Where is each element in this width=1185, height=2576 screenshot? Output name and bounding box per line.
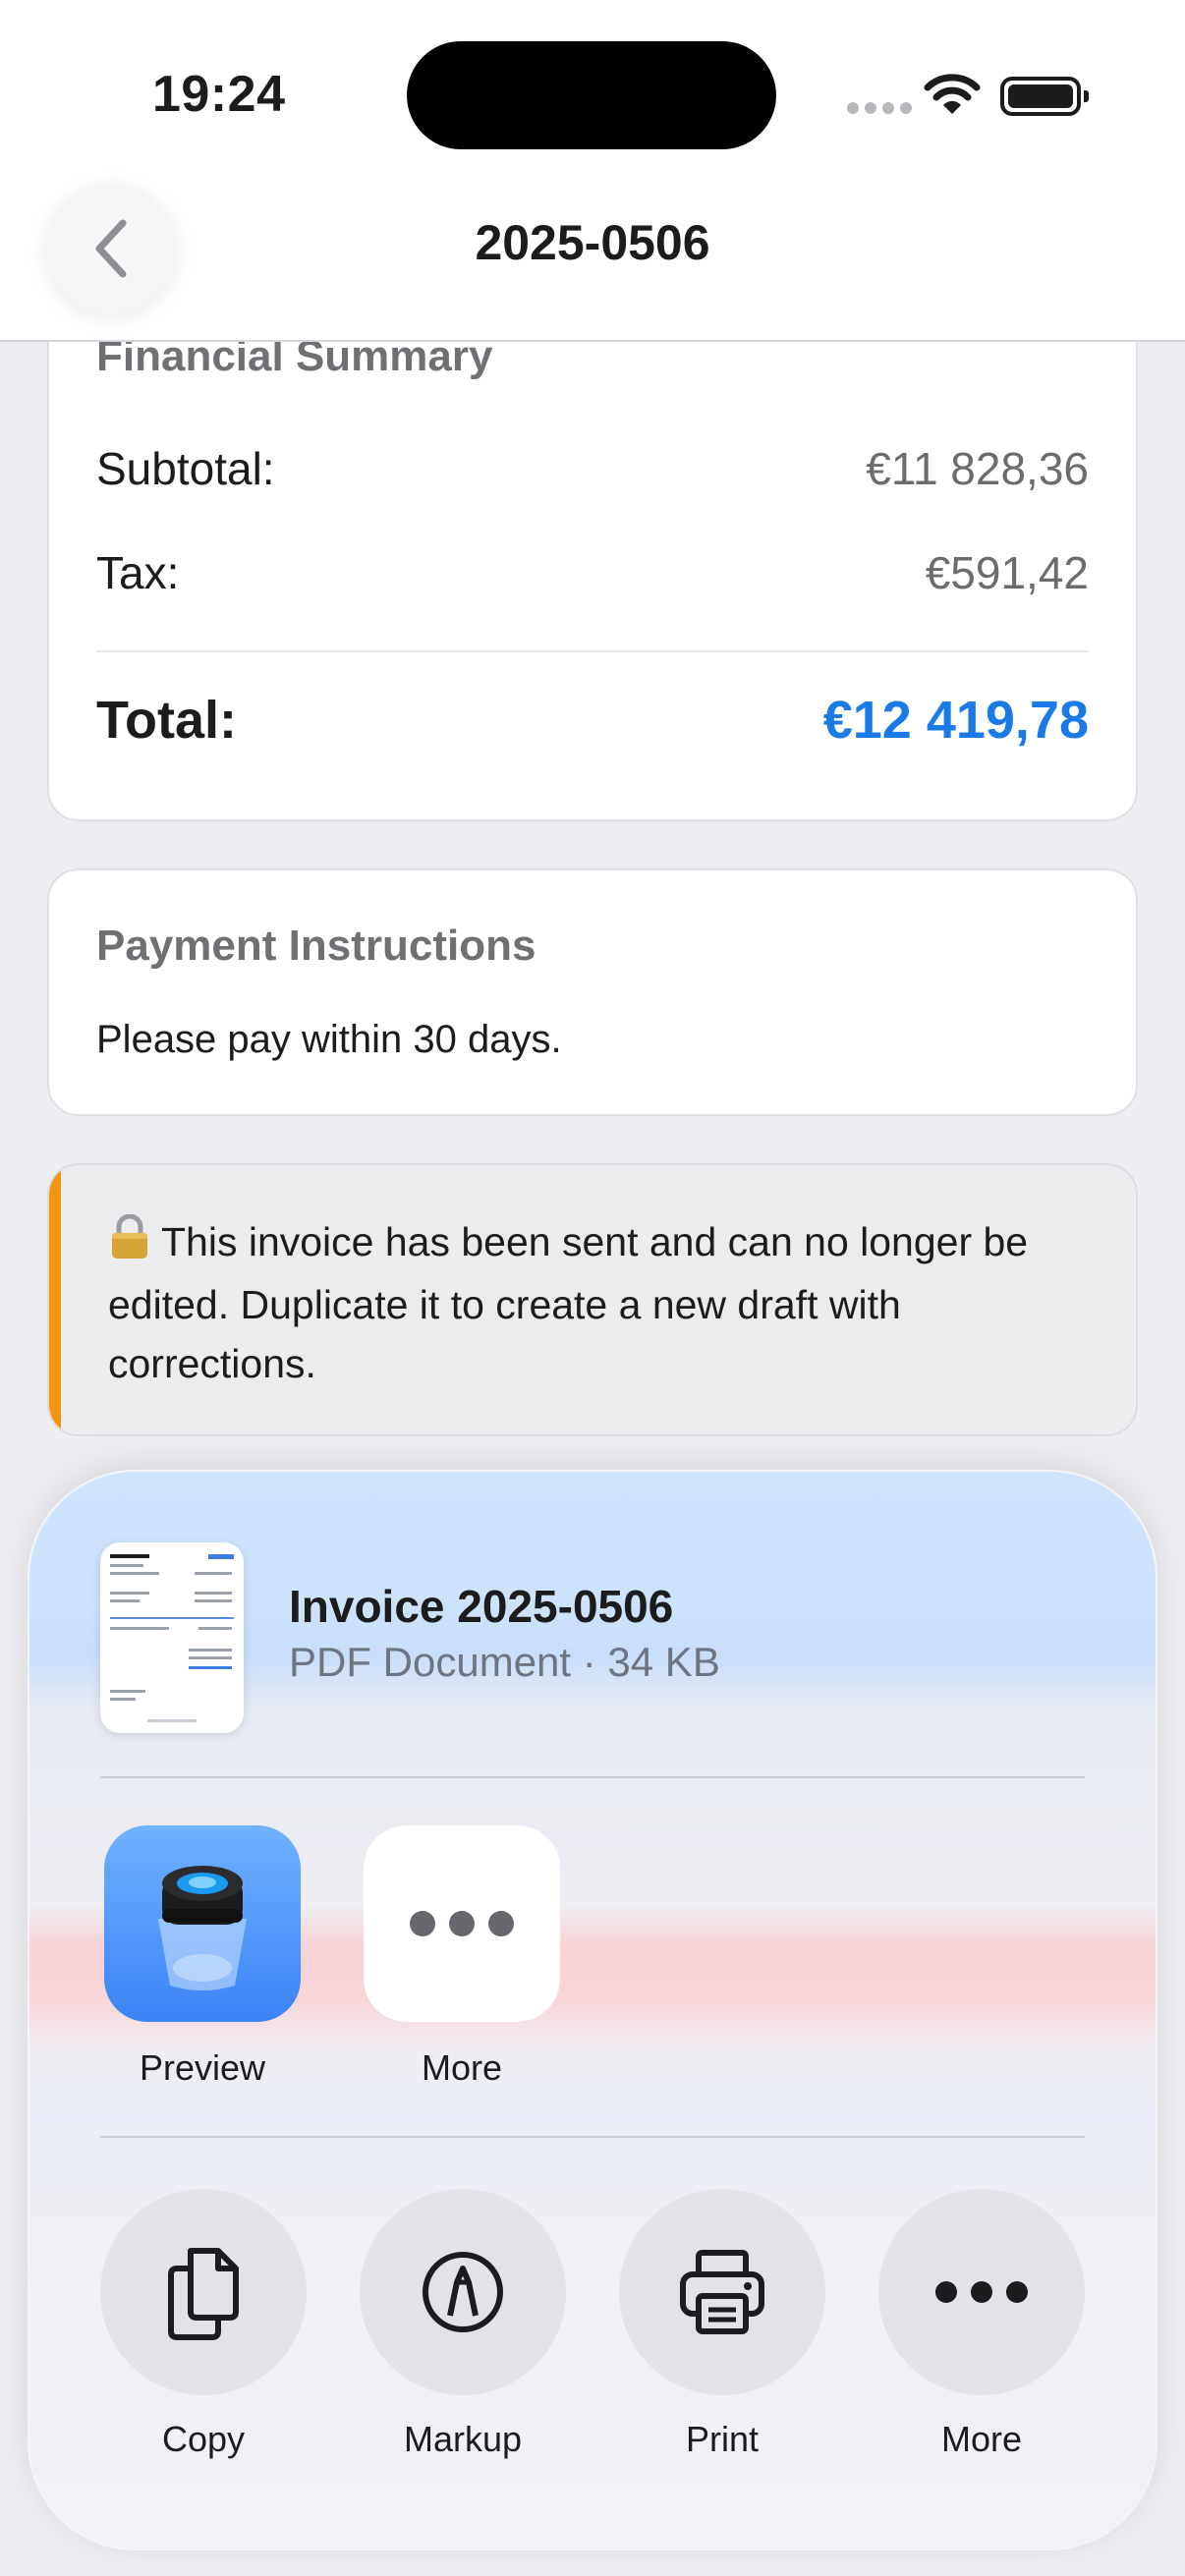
action-more[interactable]: More: [878, 2189, 1085, 2460]
total-label: Total:: [96, 691, 237, 750]
dynamic-island: [407, 41, 776, 149]
total-row: Total: €12 419,78: [96, 690, 1089, 751]
action-print[interactable]: Print: [619, 2189, 825, 2460]
print-button[interactable]: [619, 2189, 825, 2395]
copy-button[interactable]: [100, 2189, 307, 2395]
subtotal-value: €11 828,36: [866, 443, 1089, 494]
page-title: 2025-0506: [475, 215, 710, 270]
action-label-markup: Markup: [403, 2419, 523, 2459]
wifi-icon: [924, 74, 981, 114]
lock-notice-text-wrap: This invoice has been sent and can no lo…: [108, 1212, 1057, 1393]
more-actions-button[interactable]: [878, 2189, 1085, 2395]
navigation-bar: 19:24 2025-0506: [0, 0, 1185, 342]
action-markup[interactable]: Markup: [360, 2189, 566, 2460]
tax-row: Tax: €591,42: [96, 546, 1089, 599]
action-copy[interactable]: Copy: [100, 2189, 307, 2460]
financial-summary-card: Financial Summary Subtotal: €11 828,36 T…: [47, 295, 1138, 821]
screen: Financial Summary Subtotal: €11 828,36 T…: [0, 0, 1185, 2576]
action-label-more: More: [940, 2419, 1023, 2459]
action-label-print: Print: [685, 2419, 760, 2459]
payment-instructions-heading: Payment Instructions: [96, 922, 536, 970]
document-title: Invoice 2025-0506: [289, 1581, 674, 1632]
share-sheet-divider-2: [100, 2136, 1085, 2138]
subtotal-row: Subtotal: €11 828,36: [96, 442, 1089, 495]
lock-icon: [108, 1213, 151, 1275]
status-time: 19:24: [152, 66, 286, 123]
tax-label: Tax:: [96, 547, 180, 598]
total-value: €12 419,78: [822, 691, 1089, 750]
copy-icon: [168, 2248, 239, 2340]
battery-icon: [1000, 77, 1089, 116]
document-thumbnail: [100, 1542, 244, 1733]
payment-instructions-card: Payment Instructions Please pay within 3…: [47, 868, 1138, 1116]
app-label-more: More: [421, 2047, 503, 2088]
payment-instructions-text: Please pay within 30 days.: [96, 1018, 562, 1061]
app-more[interactable]: More: [364, 1825, 560, 2089]
printer-icon: [680, 2250, 764, 2334]
more-icon: [935, 2281, 1028, 2303]
locked-invoice-notice: This invoice has been sent and can no lo…: [47, 1163, 1138, 1436]
action-label-copy: Copy: [161, 2419, 246, 2459]
markup-button[interactable]: [360, 2189, 566, 2395]
subtotal-label: Subtotal:: [96, 443, 275, 494]
app-preview[interactable]: Preview: [104, 1825, 301, 2089]
cellular-signal-icon: [847, 102, 912, 114]
share-sheet-divider: [100, 1776, 1085, 1778]
tax-value: €591,42: [925, 547, 1089, 598]
summary-divider: [96, 650, 1089, 652]
more-icon: [364, 1825, 560, 2022]
share-sheet: Invoice 2025-0506 PDF Document · 34 KB P…: [28, 1470, 1157, 2550]
document-subtitle: PDF Document · 34 KB: [289, 1639, 720, 1685]
lock-notice-text: This invoice has been sent and can no lo…: [108, 1219, 1029, 1386]
markup-icon: [423, 2252, 503, 2332]
app-label-preview: Preview: [139, 2047, 266, 2088]
preview-app-icon: [104, 1825, 301, 2022]
